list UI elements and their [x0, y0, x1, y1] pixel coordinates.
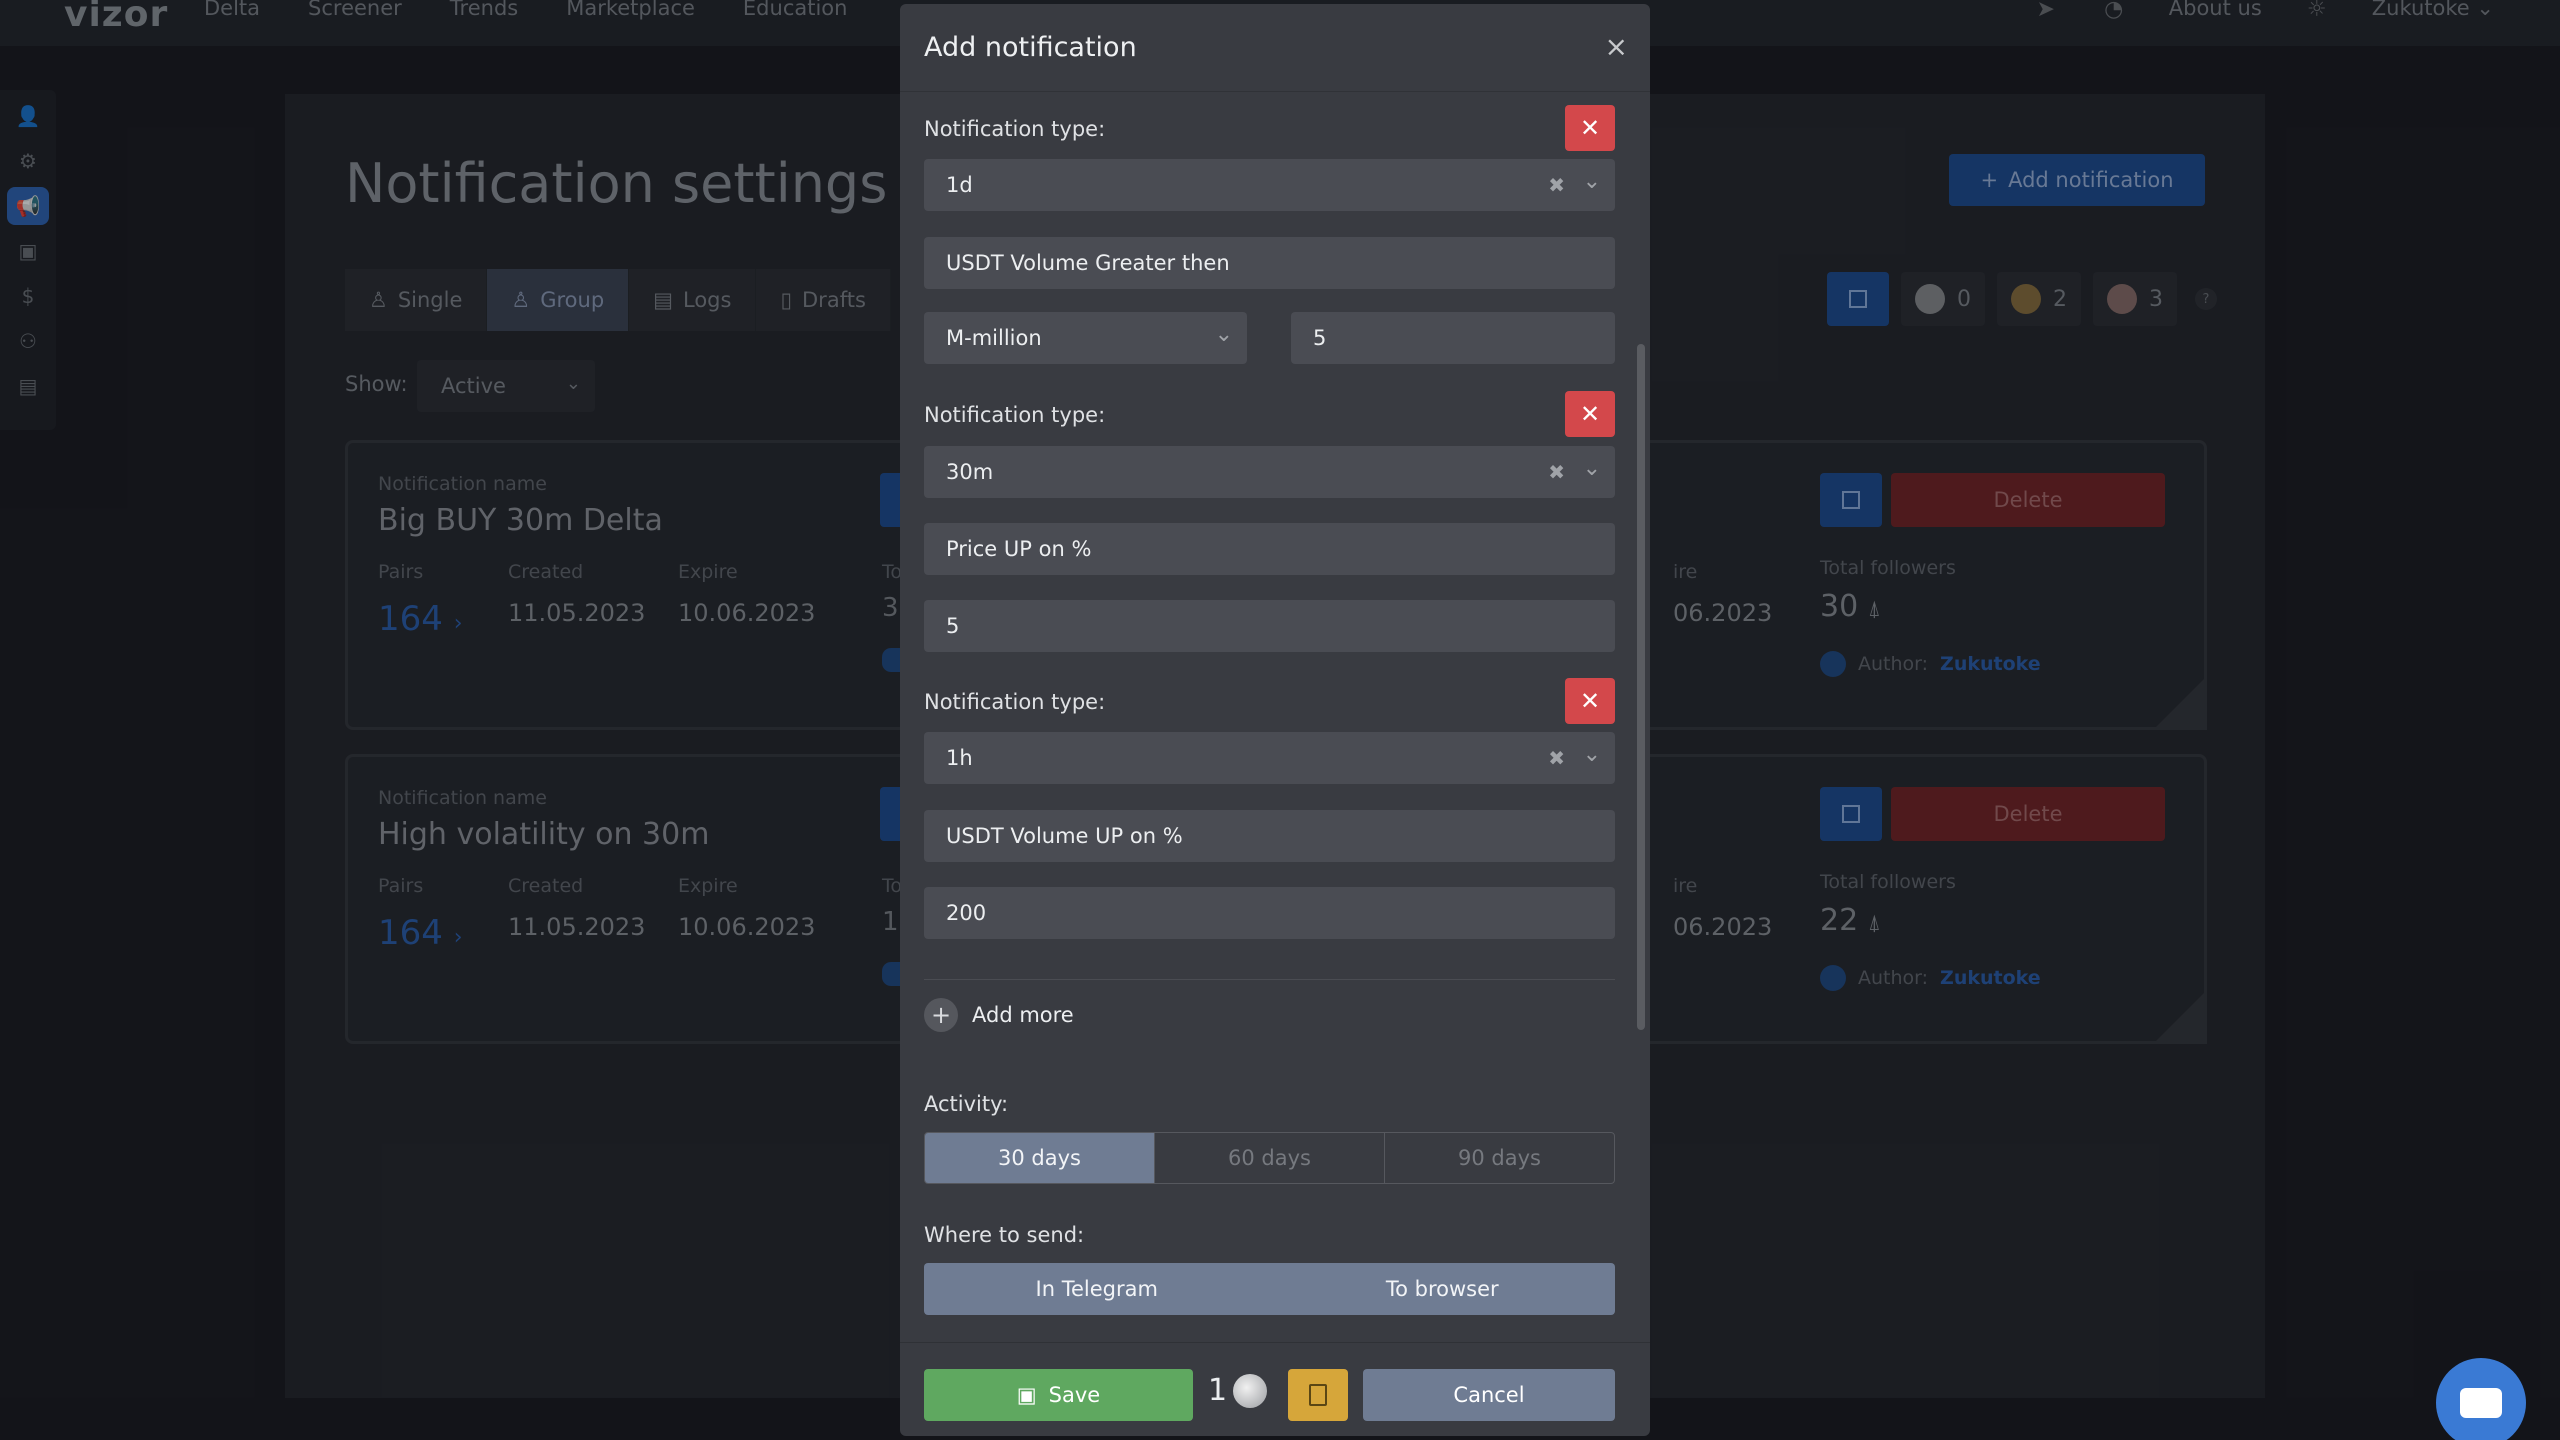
interval-value: 1d: [946, 173, 973, 197]
modal-header: Add notification ×: [900, 4, 1650, 92]
modal-title: Add notification: [924, 32, 1137, 63]
interval-select[interactable]: 1d ✖ ⌄: [924, 159, 1615, 211]
send-browser[interactable]: To browser: [1270, 1263, 1616, 1315]
chevron-down-icon: ⌄: [1582, 456, 1601, 481]
remove-condition-button[interactable]: ✕: [1565, 678, 1615, 724]
close-icon[interactable]: ×: [1605, 30, 1628, 63]
chevron-down-icon: ⌄: [1214, 322, 1233, 347]
activity-60-days[interactable]: 60 days: [1155, 1133, 1385, 1183]
metric-select[interactable]: USDT Volume UP on %: [924, 810, 1615, 862]
clear-icon[interactable]: ✖: [1548, 746, 1565, 770]
coin-count: 1: [1208, 1373, 1228, 1408]
send-destination: In Telegram To browser: [924, 1263, 1615, 1315]
value-input[interactable]: 5: [1291, 312, 1615, 364]
unit-select[interactable]: M-million ⌄: [924, 312, 1247, 364]
cancel-button[interactable]: Cancel: [1363, 1369, 1615, 1421]
notification-type-label: Notification type:: [924, 117, 1106, 141]
unit-value: M-million: [946, 326, 1042, 350]
add-more-button[interactable]: + Add more: [924, 998, 1074, 1032]
value-input[interactable]: 5: [924, 600, 1615, 652]
clear-icon[interactable]: ✖: [1548, 173, 1565, 197]
value-text: 200: [946, 901, 987, 925]
clear-icon[interactable]: ✖: [1548, 460, 1565, 484]
file-icon: [1309, 1384, 1327, 1406]
save-button[interactable]: ▣ Save: [924, 1369, 1193, 1421]
value-text: 5: [946, 614, 960, 638]
metric-select[interactable]: Price UP on %: [924, 523, 1615, 575]
floppy-icon: ▣: [1016, 1383, 1037, 1407]
divider: [924, 979, 1615, 980]
activity-segmented: 30 days 60 days 90 days: [924, 1132, 1615, 1184]
coin-cost: 1: [1208, 1373, 1268, 1408]
activity-30-days[interactable]: 30 days: [925, 1133, 1155, 1183]
activity-90-days[interactable]: 90 days: [1385, 1133, 1614, 1183]
add-notification-modal: Add notification × Notification type: ✕ …: [900, 4, 1650, 1436]
save-label: Save: [1048, 1383, 1101, 1407]
notification-type-label: Notification type:: [924, 403, 1106, 427]
interval-value: 30m: [946, 460, 994, 484]
metric-value: USDT Volume Greater then: [946, 251, 1230, 275]
chat-icon: [2460, 1388, 2502, 1418]
metric-value: Price UP on %: [946, 537, 1092, 561]
modal-body: Notification type: ✕ 1d ✖ ⌄ USDT Volume Gr…: [900, 92, 1650, 1342]
add-more-label: Add more: [972, 1003, 1074, 1027]
silver-coin-icon: [1233, 1373, 1268, 1408]
where-to-send-label: Where to send:: [924, 1223, 1085, 1247]
modal-footer: ▣ Save 1 Cancel: [900, 1342, 1650, 1436]
metric-select[interactable]: USDT Volume Greater then: [924, 237, 1615, 289]
value-text: 5: [1313, 326, 1327, 350]
chat-widget-button[interactable]: [2436, 1358, 2526, 1440]
send-telegram[interactable]: In Telegram: [924, 1263, 1270, 1315]
plus-icon: +: [924, 998, 958, 1032]
interval-select[interactable]: 1h ✖ ⌄: [924, 732, 1615, 784]
notification-type-label: Notification type:: [924, 690, 1106, 714]
remove-condition-button[interactable]: ✕: [1565, 391, 1615, 437]
value-input[interactable]: 200: [924, 887, 1615, 939]
remove-condition-button[interactable]: ✕: [1565, 105, 1615, 151]
chevron-down-icon: ⌄: [1582, 169, 1601, 194]
chevron-down-icon: ⌄: [1582, 742, 1601, 767]
activity-label: Activity:: [924, 1092, 1009, 1116]
save-draft-button[interactable]: [1288, 1369, 1348, 1421]
interval-select[interactable]: 30m ✖ ⌄: [924, 446, 1615, 498]
modal-scrollbar[interactable]: [1637, 344, 1645, 1030]
metric-value: USDT Volume UP on %: [946, 824, 1183, 848]
interval-value: 1h: [946, 746, 973, 770]
